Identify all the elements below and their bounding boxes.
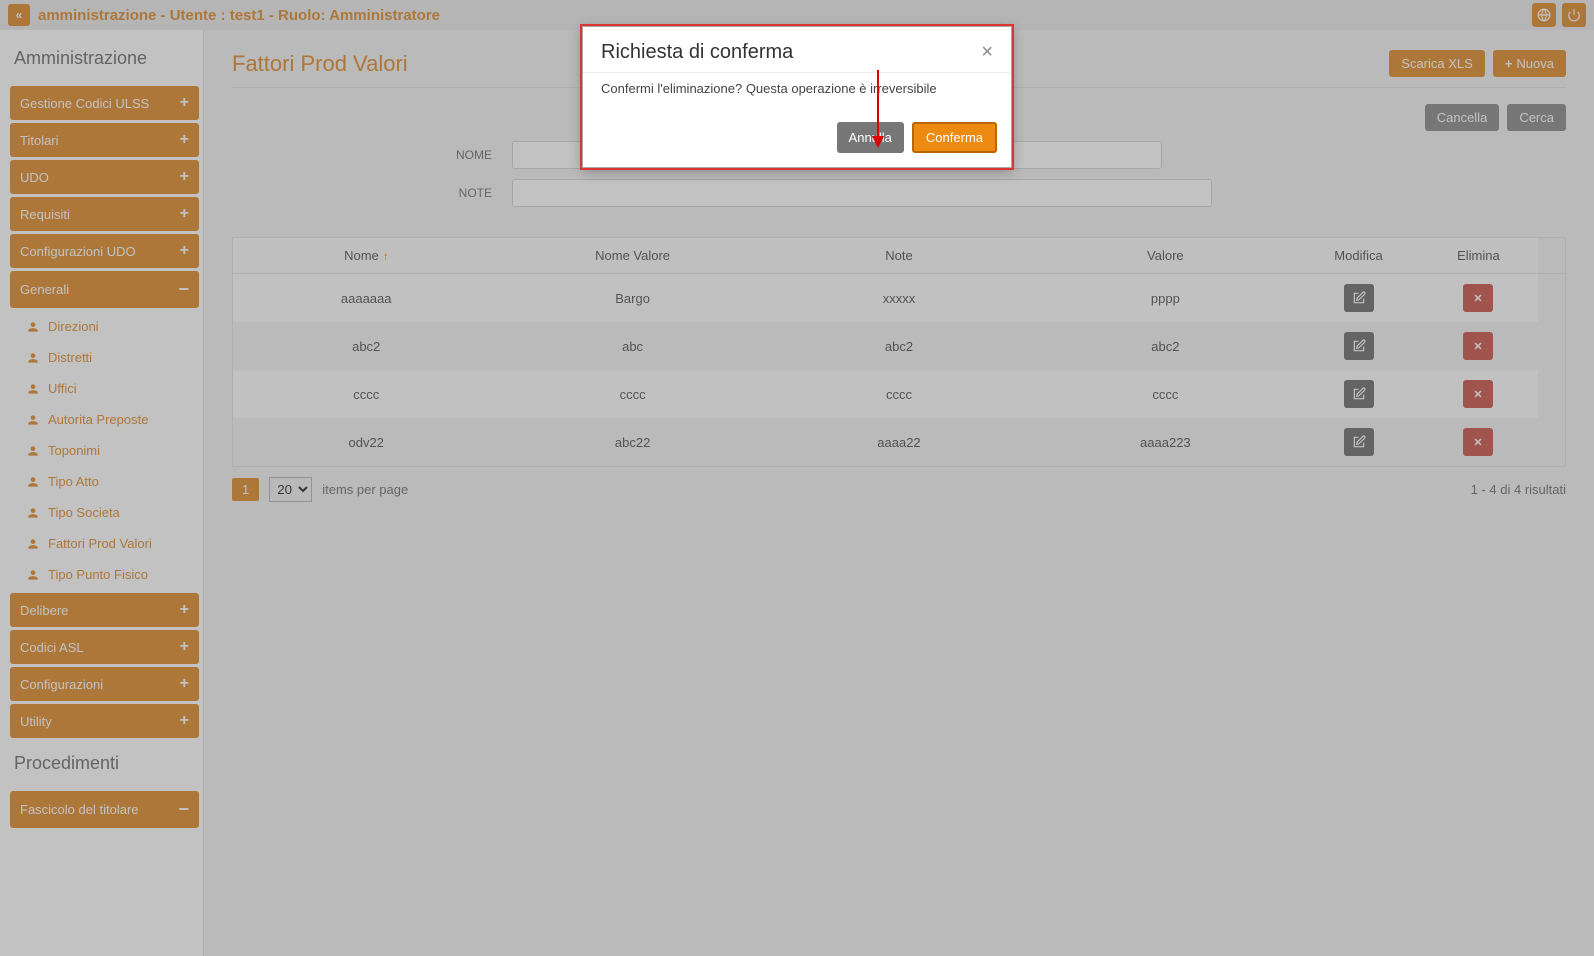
modal-close-button[interactable]: ×	[981, 41, 993, 64]
modal-confirm-button[interactable]: Conferma	[912, 122, 997, 153]
confirm-modal: Richiesta di conferma × Confermi l'elimi…	[582, 26, 1012, 168]
modal-overlay: Richiesta di conferma × Confermi l'elimi…	[0, 0, 1594, 956]
modal-title: Richiesta di conferma	[601, 41, 793, 64]
modal-cancel-button[interactable]: Annulla	[837, 122, 904, 153]
modal-body-text: Confermi l'eliminazione? Questa operazio…	[601, 81, 937, 96]
